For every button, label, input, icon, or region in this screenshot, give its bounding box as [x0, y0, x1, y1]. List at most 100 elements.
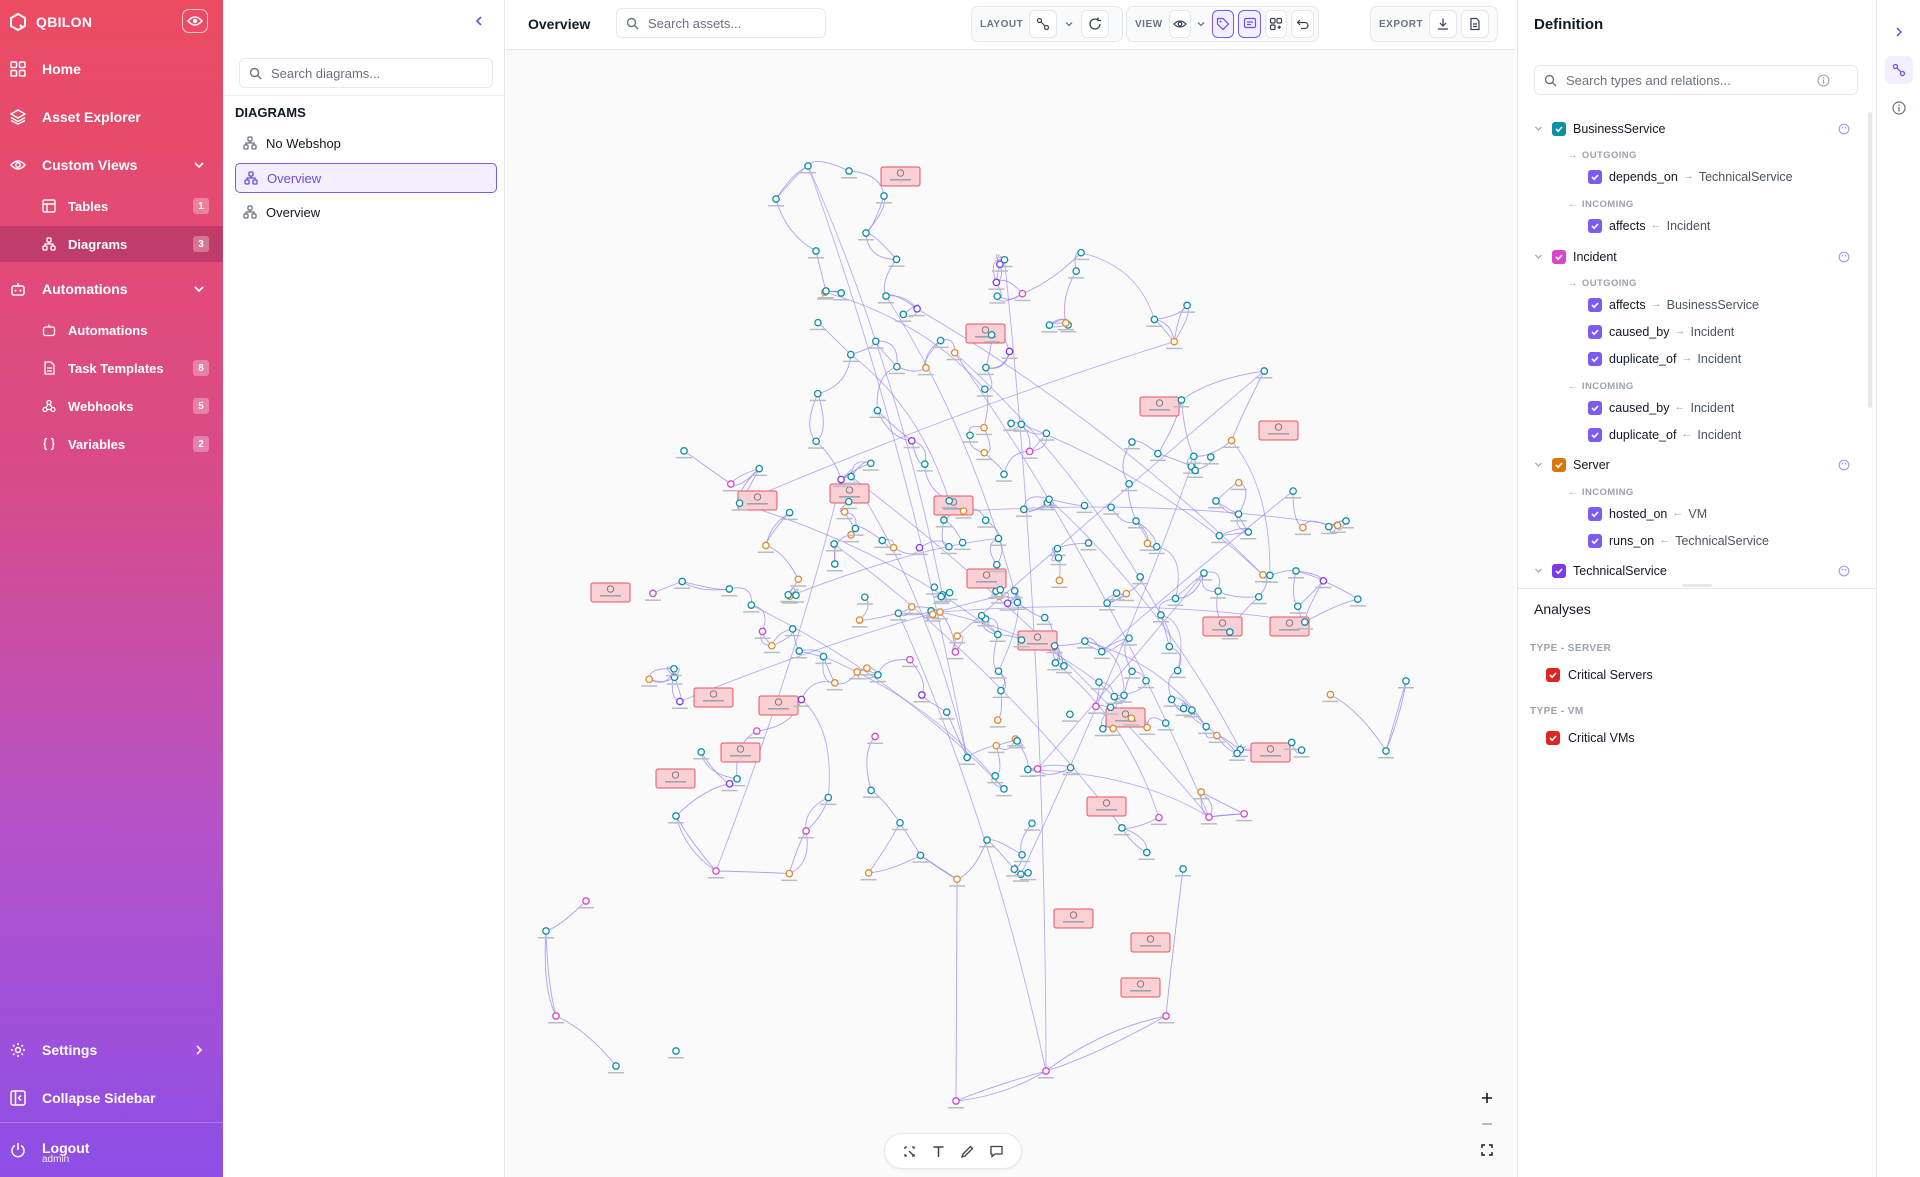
graph-node[interactable] — [889, 543, 898, 552]
graph-node[interactable] — [676, 697, 684, 706]
graph-node[interactable] — [1013, 737, 1021, 745]
graph-node[interactable] — [922, 364, 930, 372]
graph-node[interactable] — [1097, 647, 1106, 656]
graph-node[interactable] — [726, 480, 735, 488]
graph-node[interactable] — [1007, 419, 1015, 428]
checkbox-checked[interactable] — [1588, 325, 1602, 339]
graph-node[interactable] — [1120, 691, 1128, 700]
graph-node[interactable] — [945, 496, 954, 505]
graph-node[interactable] — [785, 869, 794, 878]
graph-node[interactable] — [845, 167, 853, 175]
definition-scrollbar[interactable] — [1868, 112, 1872, 408]
graph-node[interactable] — [1106, 703, 1115, 712]
graph-node[interactable] — [837, 475, 845, 484]
graph-node[interactable] — [992, 741, 1001, 750]
edge-labels-toggle[interactable] — [1238, 10, 1261, 38]
graph-node[interactable] — [980, 448, 989, 457]
graph-node[interactable] — [830, 679, 839, 687]
graph-node[interactable] — [952, 1097, 960, 1105]
graph-node[interactable] — [853, 668, 862, 676]
graph-node[interactable] — [1188, 706, 1196, 714]
graph-node[interactable] — [1112, 589, 1121, 597]
expand-panel-button[interactable] — [1885, 18, 1913, 46]
graph-node[interactable] — [996, 585, 1005, 594]
graph-node[interactable] — [953, 875, 961, 884]
graph-node[interactable] — [942, 708, 951, 716]
graph-node[interactable] — [1019, 505, 1028, 514]
graph-node[interactable] — [1155, 813, 1163, 822]
relation-row[interactable]: caused_by ← Incident — [1518, 397, 1858, 419]
graph-node[interactable] — [1053, 544, 1062, 553]
checkbox-checked[interactable] — [1588, 170, 1602, 184]
graph-node[interactable] — [1297, 746, 1306, 754]
graph-node[interactable] — [916, 851, 925, 860]
chevron-down-icon[interactable] — [1534, 460, 1543, 469]
graph-node[interactable] — [1157, 611, 1165, 619]
graph-node[interactable] — [892, 255, 901, 264]
graph-node[interactable] — [672, 1047, 680, 1055]
visibility-dropdown-button[interactable] — [1195, 10, 1208, 38]
graph-node[interactable] — [873, 406, 882, 415]
graph-node[interactable] — [645, 675, 654, 684]
nav-tables[interactable]: Tables 1 — [0, 188, 223, 224]
nav-diagrams[interactable]: Diagrams 3 — [0, 226, 223, 262]
graph-node[interactable] — [814, 318, 822, 327]
chevron-down-icon[interactable] — [1534, 124, 1543, 133]
nav-asset-explorer[interactable]: Asset Explorer — [0, 97, 223, 137]
refresh-layout-button[interactable] — [1081, 10, 1110, 38]
graph-node[interactable] — [1028, 819, 1036, 828]
graph-node[interactable] — [937, 592, 946, 601]
graph-node[interactable] — [830, 540, 838, 548]
checkbox-checked[interactable] — [1588, 534, 1602, 548]
graph-node[interactable] — [822, 287, 830, 295]
graph-node[interactable] — [953, 632, 962, 640]
graph-node[interactable] — [788, 625, 797, 633]
graph-node[interactable] — [987, 331, 996, 339]
checkbox-checked[interactable] — [1588, 298, 1602, 312]
graph-node[interactable] — [1051, 659, 1060, 667]
fit-view-button[interactable] — [1472, 1137, 1502, 1163]
graph-node[interactable] — [767, 641, 776, 650]
checkbox-checked[interactable] — [1588, 219, 1602, 233]
graph-node[interactable] — [928, 610, 937, 619]
graph-node[interactable] — [758, 627, 767, 636]
graph-node[interactable] — [1173, 666, 1182, 675]
graph-node[interactable] — [1260, 367, 1269, 375]
graph-node[interactable] — [1127, 714, 1136, 723]
relation-row[interactable]: runs_on ← TechnicalService — [1518, 530, 1858, 552]
diagram-item-active[interactable]: Overview — [235, 163, 497, 193]
info-tab-button[interactable] — [1885, 94, 1913, 122]
graph-node[interactable] — [907, 602, 916, 611]
graph-node[interactable] — [1125, 634, 1133, 643]
graph-node[interactable] — [896, 818, 904, 827]
graph-node[interactable] — [981, 516, 990, 525]
graph-node[interactable] — [855, 616, 864, 624]
brand[interactable]: QBILON — [8, 10, 92, 34]
graph-node[interactable] — [1292, 567, 1300, 575]
graph-node[interactable] — [1212, 731, 1221, 740]
graph-node[interactable] — [1154, 449, 1162, 458]
graph-node[interactable] — [612, 1062, 620, 1070]
definition-search-input[interactable] — [1566, 72, 1818, 88]
graph-node[interactable] — [1259, 571, 1267, 579]
graph-node[interactable] — [994, 534, 1003, 543]
graph-node[interactable] — [915, 543, 924, 552]
graph-node[interactable] — [1300, 618, 1309, 626]
graph-node[interactable] — [824, 793, 833, 802]
graph-node[interactable] — [552, 1012, 560, 1020]
graph-node[interactable] — [812, 437, 820, 446]
graph-node[interactable] — [966, 431, 974, 440]
chevron-down-icon[interactable] — [1534, 252, 1543, 261]
graph-node[interactable] — [977, 611, 986, 620]
graph-node[interactable] — [1299, 523, 1307, 532]
graph-node[interactable] — [1200, 569, 1208, 577]
graph-node[interactable] — [1142, 848, 1151, 857]
graph-node[interactable] — [1099, 724, 1107, 733]
nav-automations[interactable]: Automations — [0, 312, 223, 348]
graph-node[interactable] — [945, 588, 954, 597]
graph-node[interactable] — [963, 753, 971, 762]
checkbox-checked[interactable] — [1588, 428, 1602, 442]
graph-node[interactable] — [1287, 738, 1296, 747]
asset-search-input[interactable] — [648, 15, 815, 31]
graph-node[interactable] — [1017, 636, 1026, 644]
